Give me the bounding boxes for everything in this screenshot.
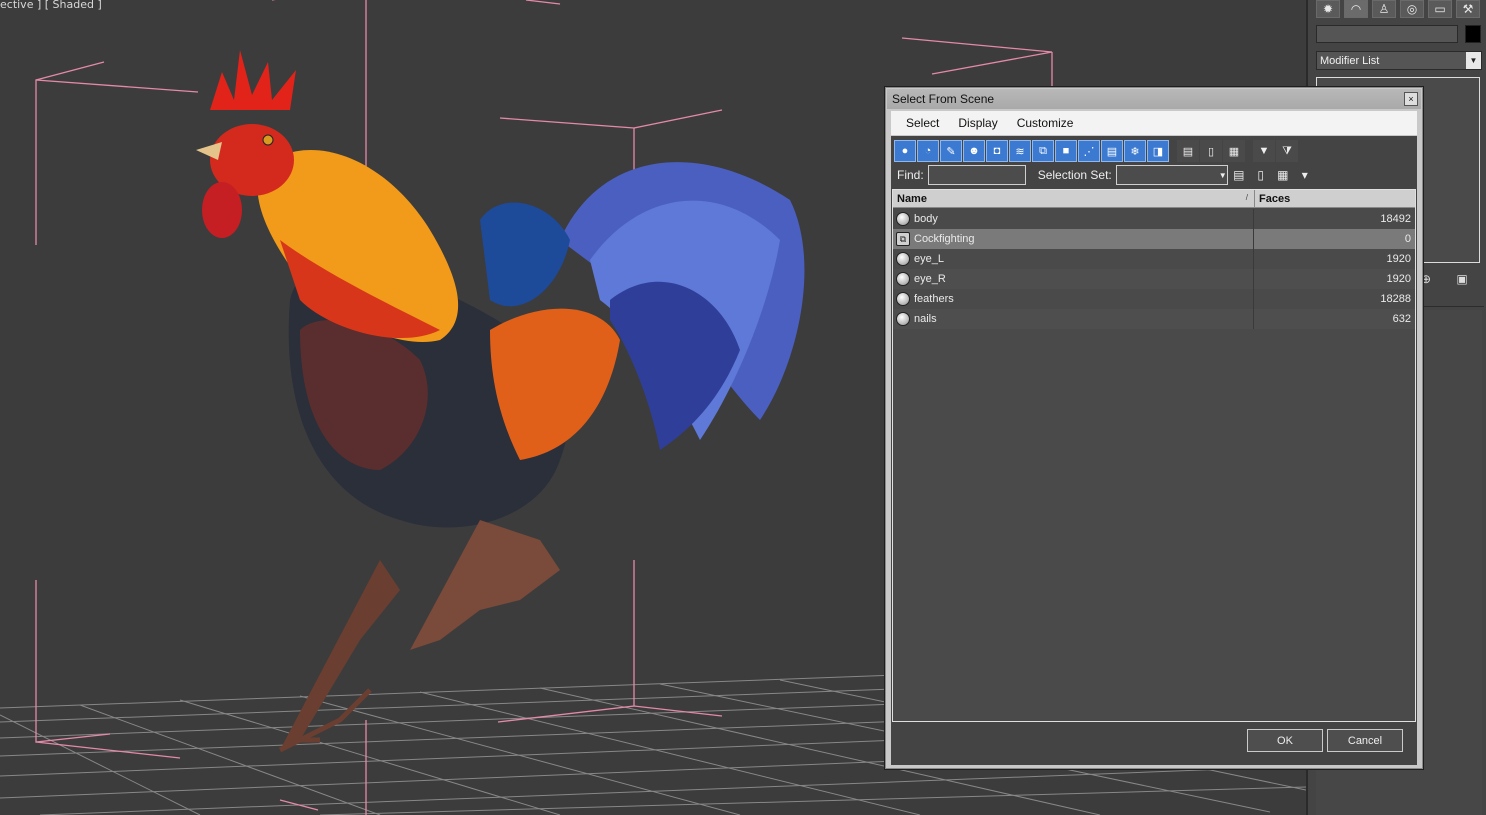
stack-toolbar: ⊕ ▣: [1418, 271, 1470, 287]
item-name: Cockfighting: [910, 229, 1254, 249]
modifier-list-label: Modifier List: [1320, 54, 1380, 67]
dialog-body: ● ◔ ✎ ☻ ◘ ≋ ⧉ ■ ⋰ ▤ ❄ ◨ ▤ ▯ ▦ ▼ ⧩ Find: …: [891, 136, 1417, 765]
geometry-icon: [896, 252, 910, 266]
column-faces-label: Faces: [1259, 192, 1291, 205]
filter-toolbar: ● ◔ ✎ ☻ ◘ ≋ ⧉ ■ ⋰ ▤ ❄ ◨ ▤ ▯ ▦ ▼ ⧩: [894, 140, 1298, 162]
utilities-icon[interactable]: ⚒: [1456, 0, 1480, 18]
display-icon[interactable]: ▭: [1428, 0, 1452, 18]
item-name: body: [910, 209, 1254, 229]
viewport-label[interactable]: ective ] [ Shaded ]: [0, 0, 102, 11]
item-name: eye_L: [910, 249, 1254, 269]
xrefs-filter-icon[interactable]: ■: [1055, 140, 1077, 162]
item-faces: 1920: [1386, 253, 1411, 265]
sort-indicator-icon: /: [1245, 193, 1248, 202]
options-chevron-icon[interactable]: ▾: [1294, 165, 1316, 185]
column-name-label: Name: [897, 193, 927, 205]
geometry-icon: [896, 212, 910, 226]
helpers-filter-icon[interactable]: ◘: [986, 140, 1008, 162]
select-all-icon[interactable]: ▤: [1228, 165, 1250, 185]
create-icon[interactable]: ✹: [1316, 0, 1340, 18]
selection-set-dropdown[interactable]: ▼: [1115, 165, 1228, 185]
list-item[interactable]: eye_L 1920: [893, 249, 1415, 269]
geometry-icon: [896, 312, 910, 326]
containers-filter-icon[interactable]: ▤: [1101, 140, 1123, 162]
chevron-down-icon[interactable]: ▼: [1219, 171, 1227, 180]
column-header-faces[interactable]: Faces: [1255, 190, 1415, 207]
chevron-down-icon[interactable]: ▼: [1466, 52, 1481, 69]
lights-filter-icon[interactable]: ✎: [940, 140, 962, 162]
geometry-icon: [896, 292, 910, 306]
geometry-filter-icon[interactable]: ●: [894, 140, 916, 162]
list-item[interactable]: eye_R 1920: [893, 269, 1415, 289]
configure-modifier-sets-icon[interactable]: ▣: [1454, 271, 1470, 287]
select-from-scene-dialog: Select From Scene × Select Display Custo…: [884, 86, 1424, 770]
cancel-button[interactable]: Cancel: [1327, 729, 1403, 752]
item-faces: 18492: [1380, 213, 1411, 225]
item-faces: 632: [1392, 313, 1411, 325]
menu-customize[interactable]: Customize: [1017, 116, 1074, 130]
select-none-icon[interactable]: ▯: [1250, 165, 1272, 185]
object-name-field[interactable]: [1316, 25, 1458, 43]
item-faces: 1920: [1386, 273, 1411, 285]
dialog-titlebar[interactable]: Select From Scene ×: [887, 89, 1421, 109]
list-item[interactable]: body 18492: [893, 209, 1415, 229]
filter-icon[interactable]: ▼: [1253, 140, 1275, 162]
display-none-icon[interactable]: ▯: [1200, 140, 1222, 162]
motion-icon[interactable]: ◎: [1400, 0, 1424, 18]
find-input[interactable]: [927, 165, 1026, 185]
column-header-name[interactable]: Name /: [893, 190, 1255, 208]
list-header: Name / Faces: [893, 190, 1415, 208]
display-invert-icon[interactable]: ▦: [1223, 140, 1245, 162]
close-icon[interactable]: ×: [1404, 92, 1418, 106]
shapes-filter-icon[interactable]: ◔: [917, 140, 939, 162]
item-name: nails: [910, 309, 1254, 329]
item-faces: 0: [1404, 233, 1411, 245]
frozen-filter-icon[interactable]: ❄: [1124, 140, 1146, 162]
item-faces: 18288: [1380, 293, 1411, 305]
ok-button[interactable]: OK: [1247, 729, 1323, 752]
command-panel-tabs: ✹ ◠ ♙ ◎ ▭ ⚒: [1312, 0, 1486, 18]
rooster-model[interactable]: [196, 50, 805, 753]
bones-filter-icon[interactable]: ⋰: [1078, 140, 1100, 162]
filter-settings-icon[interactable]: ⧩: [1276, 140, 1298, 162]
menu-select[interactable]: Select: [906, 116, 939, 130]
hidden-filter-icon[interactable]: ◨: [1147, 140, 1169, 162]
select-invert-icon[interactable]: ▦: [1272, 165, 1294, 185]
cameras-filter-icon[interactable]: ☻: [963, 140, 985, 162]
group-icon: ⧉: [896, 232, 910, 246]
dialog-title: Select From Scene: [892, 92, 995, 106]
item-name: eye_R: [910, 269, 1254, 289]
list-item[interactable]: nails 632: [893, 309, 1415, 329]
scene-object-list[interactable]: Name / Faces body 18492 ⧉ Cockfighting 0…: [892, 189, 1416, 722]
modifier-list-dropdown[interactable]: Modifier List ▼: [1316, 51, 1482, 70]
menu-display[interactable]: Display: [958, 116, 997, 130]
find-label: Find:: [897, 168, 924, 182]
selection-set-label: Selection Set:: [1037, 168, 1112, 182]
item-name: feathers: [910, 289, 1254, 309]
dialog-menubar: Select Display Customize: [891, 111, 1417, 135]
find-row: Find: Selection Set: ▼ ▤ ▯ ▦ ▾: [894, 164, 1316, 186]
geometry-icon: [896, 272, 910, 286]
spacewarps-filter-icon[interactable]: ≋: [1009, 140, 1031, 162]
groups-filter-icon[interactable]: ⧉: [1032, 140, 1054, 162]
list-item[interactable]: ⧉ Cockfighting 0: [893, 229, 1415, 249]
list-item[interactable]: feathers 18288: [893, 289, 1415, 309]
modify-icon[interactable]: ◠: [1344, 0, 1368, 18]
display-all-icon[interactable]: ▤: [1177, 140, 1199, 162]
hierarchy-icon[interactable]: ♙: [1372, 0, 1396, 18]
object-color-swatch[interactable]: [1465, 25, 1481, 43]
